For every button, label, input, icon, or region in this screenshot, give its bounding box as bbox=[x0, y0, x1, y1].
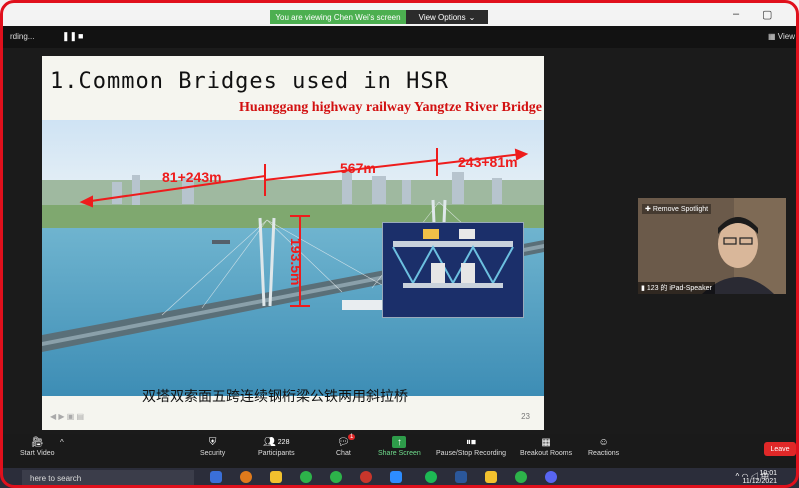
file-explorer-icon[interactable] bbox=[270, 471, 282, 483]
participants-button[interactable]: 👥︎ 228 Participants bbox=[258, 436, 295, 458]
sticky-notes-icon[interactable] bbox=[485, 471, 497, 483]
share-screen-button[interactable]: ↑ Share Screen bbox=[378, 436, 421, 457]
view-label: View bbox=[777, 32, 795, 41]
wechat-icon[interactable] bbox=[300, 471, 312, 483]
deck-cross-section-inset bbox=[382, 222, 524, 318]
reactions-label: Reactions bbox=[588, 450, 620, 457]
pause-stop-icon: ⏸⏹ bbox=[466, 436, 477, 448]
grid-icon: ▦ bbox=[768, 32, 776, 41]
ship bbox=[342, 300, 386, 310]
view-options-button[interactable]: View Options ⌄ bbox=[406, 10, 488, 24]
viewing-banner: You are viewing Chen Wei's screen bbox=[270, 10, 406, 24]
shield-icon: ⛨ bbox=[208, 436, 217, 448]
leave-button[interactable]: Leave bbox=[764, 442, 796, 456]
reactions-icon: ☺ bbox=[598, 436, 609, 448]
pause-recording-label: Pause/Stop Recording bbox=[436, 450, 507, 457]
presentation-slide: 1.Common Bridges used in HSR Huanggang h… bbox=[42, 56, 544, 430]
slide-title: 1.Common Bridges used in HSR bbox=[50, 69, 449, 94]
signal-icon: ▮ bbox=[641, 285, 645, 292]
time: 10:01 bbox=[759, 470, 777, 477]
share-icon: ↑ bbox=[392, 436, 407, 448]
chevron-down-icon: ⌄ bbox=[468, 12, 476, 22]
zoom-icon[interactable] bbox=[390, 471, 402, 483]
taskbar-search[interactable]: here to search bbox=[22, 470, 194, 486]
slide-subtitle: Huanggang highway railway Yangtze River … bbox=[239, 100, 542, 115]
start-video-button[interactable]: 🎥︎ Start Video bbox=[20, 436, 55, 458]
view-button[interactable]: ▦ View bbox=[768, 32, 795, 41]
restore-button[interactable]: ▢ bbox=[762, 8, 772, 21]
remove-spotlight-button[interactable]: ✚ Remove Spotlight bbox=[642, 204, 712, 214]
share-screen-label: Share Screen bbox=[378, 450, 421, 457]
browser-icon[interactable] bbox=[360, 471, 372, 483]
participants-icon: 👥︎ 228 bbox=[263, 436, 290, 448]
speaker-name-label: ▮ 123 的 iPad-Speaker bbox=[638, 282, 715, 294]
task-view-icon[interactable] bbox=[210, 471, 222, 483]
window-titlebar: You are viewing Chen Wei's screen View O… bbox=[0, 0, 799, 26]
minimize-button[interactable]: – bbox=[733, 8, 739, 20]
windows-taskbar: here to search ^ ◠ ◁ 中 10:01 11/12/2021 bbox=[0, 468, 799, 488]
speaker-name: 123 的 iPad-Speaker bbox=[646, 285, 712, 292]
date: 11/12/2021 bbox=[742, 478, 777, 485]
chevron-up-icon: ^ bbox=[735, 472, 740, 481]
breakout-rooms-button[interactable]: ▦ Breakout Rooms bbox=[520, 436, 573, 458]
pause-recording-button[interactable]: ⏸⏹ Pause/Stop Recording bbox=[436, 436, 507, 458]
spotify-icon[interactable] bbox=[425, 471, 437, 483]
word-icon[interactable] bbox=[455, 471, 467, 483]
line-icon[interactable] bbox=[330, 471, 342, 483]
security-button[interactable]: ⛨ Security bbox=[200, 436, 226, 458]
breakout-rooms-label: Breakout Rooms bbox=[520, 450, 573, 457]
start-video-label: Start Video bbox=[20, 450, 55, 457]
recording-status: rding... bbox=[10, 32, 35, 41]
meeting-top-bar: rding... ❚❚ ■ ▦ View bbox=[0, 26, 799, 48]
speaker-video-tile[interactable]: ✚ Remove Spotlight ▮ 123 的 iPad-Speaker bbox=[638, 198, 786, 294]
span-label-right: 243+81m bbox=[458, 154, 518, 170]
chat-app-icon[interactable] bbox=[515, 471, 527, 483]
breakout-icon: ▦ bbox=[541, 436, 551, 448]
taskbar-clock[interactable]: 10:01 11/12/2021 bbox=[742, 470, 777, 486]
security-label: Security bbox=[200, 450, 226, 457]
chrome-icon[interactable] bbox=[240, 471, 252, 483]
discord-icon[interactable] bbox=[545, 471, 557, 483]
pause-icon[interactable]: ❚❚ bbox=[62, 31, 77, 42]
slide-nav-controls[interactable]: ◀ ▶ ▣ ▤ bbox=[50, 412, 84, 421]
stop-icon[interactable]: ■ bbox=[78, 31, 83, 41]
meeting-toolbar: 🎥︎ Start Video ^ ⛨ Security 👥︎ 228 Partic… bbox=[0, 434, 799, 468]
slide-page-number: 23 bbox=[521, 412, 530, 421]
chat-badge: 1 bbox=[348, 434, 356, 440]
participants-count: 228 bbox=[277, 438, 290, 446]
slide-caption: 双塔双索面五跨连续钢桁梁公铁两用斜拉桥 bbox=[142, 388, 408, 404]
span-label-left: 81+243m bbox=[162, 169, 222, 185]
reactions-button[interactable]: ☺ Reactions bbox=[588, 436, 620, 458]
pin-icon: ✚ bbox=[645, 206, 651, 213]
remove-spotlight-label: Remove Spotlight bbox=[652, 206, 709, 213]
pylon-height-label: 193.5m bbox=[288, 238, 304, 286]
chat-label: Chat bbox=[336, 450, 351, 457]
video-off-icon: 🎥︎ bbox=[30, 436, 44, 448]
participants-label: Participants bbox=[258, 450, 295, 457]
view-options-label: View Options bbox=[418, 12, 466, 22]
video-options-chevron[interactable]: ^ bbox=[60, 438, 64, 447]
span-label-middle: 567m bbox=[340, 160, 376, 176]
